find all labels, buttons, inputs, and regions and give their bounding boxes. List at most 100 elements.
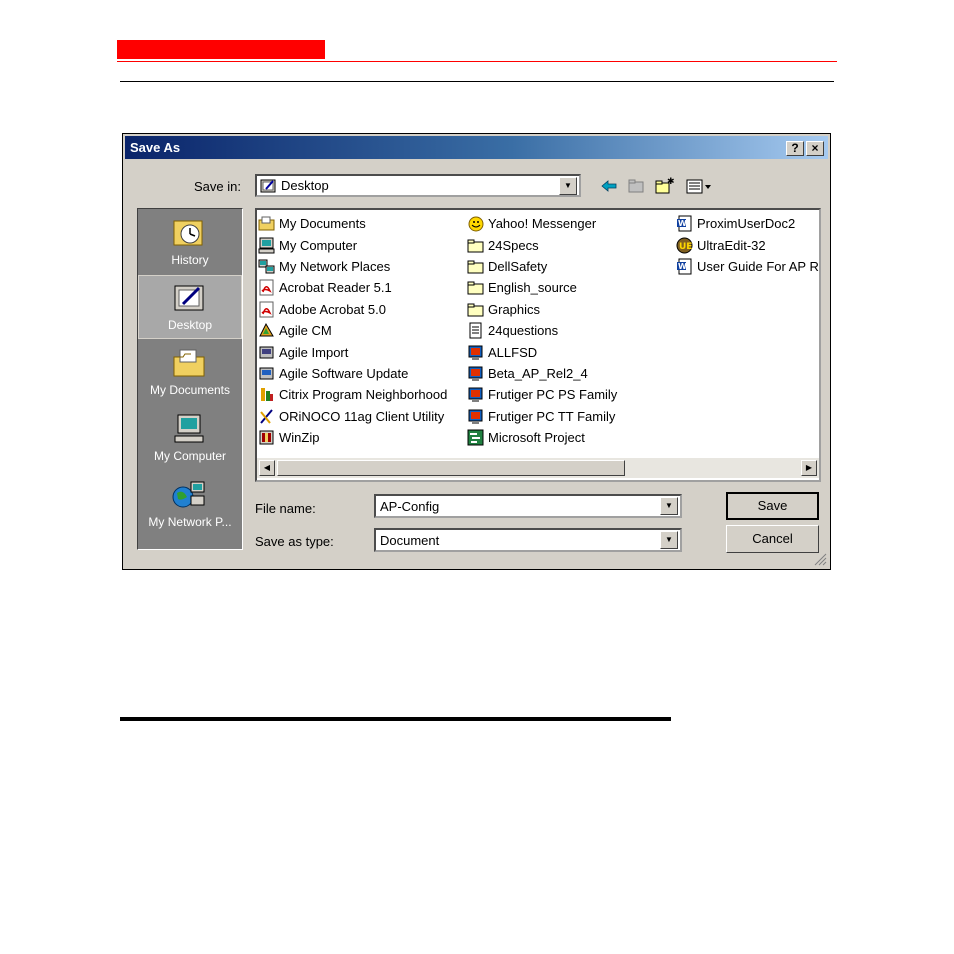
file-item[interactable]: Acrobat Reader 5.1	[258, 277, 447, 298]
file-item[interactable]: 24questions	[467, 320, 617, 341]
agile-shortcut-icon	[259, 323, 274, 337]
file-item[interactable]: DellSafety	[467, 256, 617, 277]
file-item[interactable]: ORiNOCO 11ag Client Utility	[258, 406, 447, 427]
close-button[interactable]: ×	[806, 141, 824, 156]
file-name: Beta_AP_Rel2_4	[488, 365, 588, 381]
places-network[interactable]: My Network P...	[138, 473, 242, 537]
file-name: Frutiger PC TT Family	[488, 408, 616, 424]
file-name: 24questions	[488, 323, 559, 339]
file-item[interactable]: WinZip	[258, 427, 447, 448]
file-name: Frutiger PC PS Family	[488, 387, 618, 403]
file-item[interactable]: Beta_AP_Rel2_4	[467, 363, 617, 384]
file-name: Yahoo! Messenger	[488, 216, 597, 232]
scroll-left-button[interactable]: ◀	[259, 460, 275, 476]
file-item[interactable]: ALLFSD	[467, 341, 617, 362]
file-item[interactable]: Agile Import	[258, 341, 447, 362]
folder-icon	[467, 281, 484, 295]
text-file-icon	[469, 322, 482, 339]
title-bar[interactable]: Save As ? ×	[125, 136, 828, 159]
save-button[interactable]: Save	[726, 492, 819, 520]
winzip-icon	[259, 430, 274, 445]
orinoco-icon	[260, 409, 273, 424]
horizontal-scrollbar[interactable]: ◀ ▶	[257, 458, 819, 478]
file-item[interactable]: Graphics	[467, 299, 617, 320]
file-item[interactable]: Microsoft Project	[467, 427, 617, 448]
file-name: 24Specs	[488, 237, 539, 253]
places-desktop[interactable]: Desktop	[138, 275, 242, 339]
views-menu-icon[interactable]	[685, 177, 713, 195]
file-name: UltraEdit-32	[697, 237, 766, 253]
folder-docs-icon	[258, 216, 275, 231]
citrix-icon	[261, 388, 273, 402]
save-in-dropdown-arrow[interactable]: ▼	[559, 177, 577, 195]
word-doc-icon: W	[677, 258, 692, 275]
folder-icon	[467, 303, 484, 317]
back-arrow-icon[interactable]	[599, 177, 619, 195]
places-history[interactable]: History	[138, 211, 242, 275]
file-name: Agile CM	[279, 323, 332, 339]
file-item[interactable]: Frutiger PC PS Family	[467, 384, 617, 405]
places-my-documents[interactable]: My Documents	[138, 341, 242, 405]
file-name: My Documents	[279, 216, 366, 232]
file-item[interactable]: My Computer	[258, 234, 447, 255]
file-item[interactable]: Yahoo! Messenger	[467, 213, 617, 234]
red-header-block	[117, 40, 325, 59]
file-item[interactable]: W ProximUserDoc2	[676, 213, 819, 234]
file-name-input[interactable]: AP-Config ▼	[374, 494, 682, 518]
file-name-label: File name:	[255, 501, 316, 516]
agile-shortcut-icon	[259, 346, 274, 359]
framemaker-icon	[468, 387, 483, 403]
file-name: Citrix Program Neighborhood	[279, 387, 448, 403]
scroll-thumb[interactable]	[277, 460, 625, 476]
file-item[interactable]: Frutiger PC TT Family	[467, 406, 617, 427]
file-list[interactable]: My Documents My Computer My Network Plac…	[255, 208, 821, 482]
file-name: Acrobat Reader 5.1	[279, 280, 392, 296]
save-as-type-dropdown[interactable]: Document ▼	[374, 528, 682, 552]
file-item[interactable]: Agile CM	[258, 320, 447, 341]
file-name: Microsoft Project	[488, 430, 585, 446]
file-name: DellSafety	[488, 258, 548, 274]
file-item[interactable]: My Documents	[258, 213, 447, 234]
file-name: My Network Places	[279, 258, 391, 274]
places-label: My Network P...	[148, 515, 232, 529]
file-name-dropdown-arrow[interactable]: ▼	[660, 497, 678, 515]
svg-text:UE: UE	[679, 242, 692, 252]
file-name: Adobe Acrobat 5.0	[279, 301, 386, 317]
save-in-dropdown[interactable]: Desktop ▼	[255, 174, 581, 197]
file-name: ProximUserDoc2	[697, 216, 796, 232]
help-button[interactable]: ?	[786, 141, 804, 156]
places-my-computer[interactable]: My Computer	[138, 407, 242, 471]
file-item[interactable]: UE UltraEdit-32	[676, 234, 819, 255]
save-as-type-dropdown-arrow[interactable]: ▼	[660, 531, 678, 549]
bottom-rule	[120, 717, 671, 721]
up-folder-icon[interactable]	[626, 177, 646, 195]
file-name-value: AP-Config	[380, 499, 440, 514]
dialog-title: Save As	[130, 140, 181, 155]
scroll-right-button[interactable]: ▶	[801, 460, 817, 476]
desktop-small-icon	[260, 179, 276, 193]
file-name: ORiNOCO 11ag Client Utility	[279, 408, 445, 424]
file-item[interactable]: Adobe Acrobat 5.0	[258, 299, 447, 320]
network-places-icon	[172, 481, 205, 508]
file-column-2: Yahoo! Messenger 24Specs DellSafety Engl…	[467, 213, 617, 448]
history-icon	[173, 220, 203, 246]
file-item[interactable]: My Network Places	[258, 256, 447, 277]
header-rule	[120, 81, 834, 82]
file-item[interactable]: English_source	[467, 277, 617, 298]
file-column-1: My Documents My Computer My Network Plac…	[258, 213, 447, 448]
file-item[interactable]: 24Specs	[467, 234, 617, 255]
new-folder-icon[interactable]: ✱	[654, 177, 675, 195]
places-label: History	[171, 253, 209, 267]
acrobat-shortcut-icon	[259, 301, 274, 318]
cancel-button[interactable]: Cancel	[726, 525, 819, 553]
file-item[interactable]: Citrix Program Neighborhood	[258, 384, 447, 405]
svg-text:W: W	[678, 262, 687, 271]
computer-icon	[258, 237, 275, 254]
resize-grip-icon[interactable]	[813, 552, 827, 566]
file-item[interactable]: Agile Software Update	[258, 363, 447, 384]
acrobat-shortcut-icon	[259, 279, 274, 296]
project-icon	[467, 429, 484, 446]
places-label: Desktop	[167, 318, 213, 332]
folder-icon	[467, 239, 484, 253]
file-item[interactable]: W User Guide For AP R	[676, 256, 819, 277]
